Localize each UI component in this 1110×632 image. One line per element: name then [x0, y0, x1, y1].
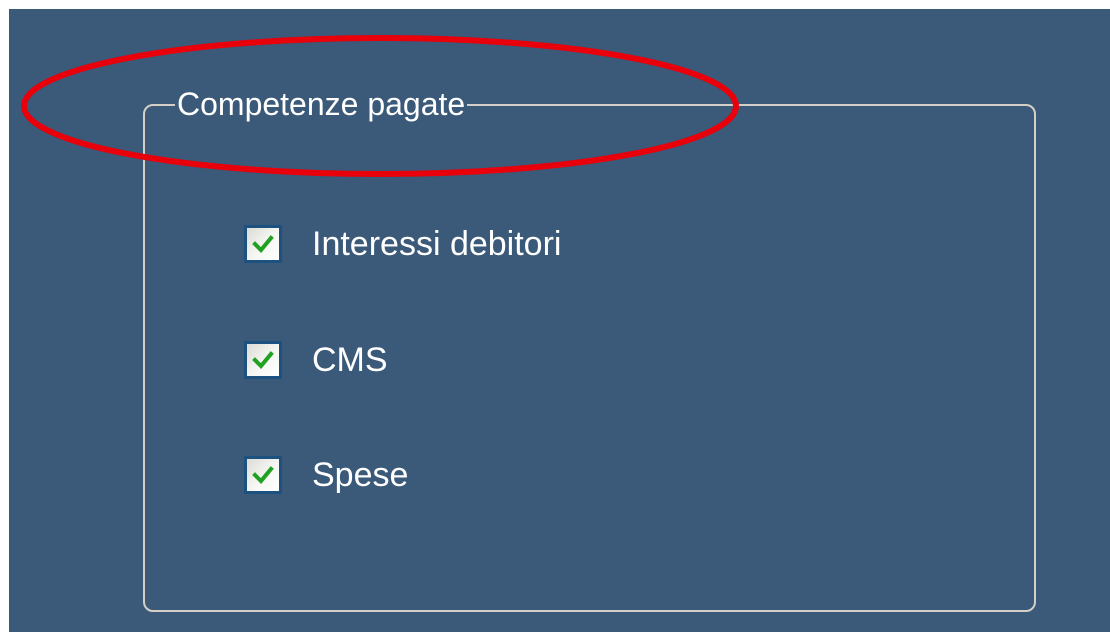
checkbox-interessi-debitori[interactable]	[244, 225, 282, 263]
checkbox-spese[interactable]	[244, 456, 282, 494]
check-icon	[252, 466, 274, 484]
checkbox-cms[interactable]	[244, 341, 282, 379]
check-icon	[252, 235, 274, 253]
option-label: Spese	[312, 456, 409, 494]
option-label: Interessi debitori	[312, 225, 562, 263]
option-cms[interactable]: CMS	[244, 338, 388, 382]
option-label: CMS	[312, 341, 388, 379]
option-interessi-debitori[interactable]: Interessi debitori	[244, 222, 561, 266]
option-spese[interactable]: Spese	[244, 453, 408, 497]
group-title: Competenze pagate	[175, 84, 468, 124]
check-icon	[252, 351, 274, 369]
